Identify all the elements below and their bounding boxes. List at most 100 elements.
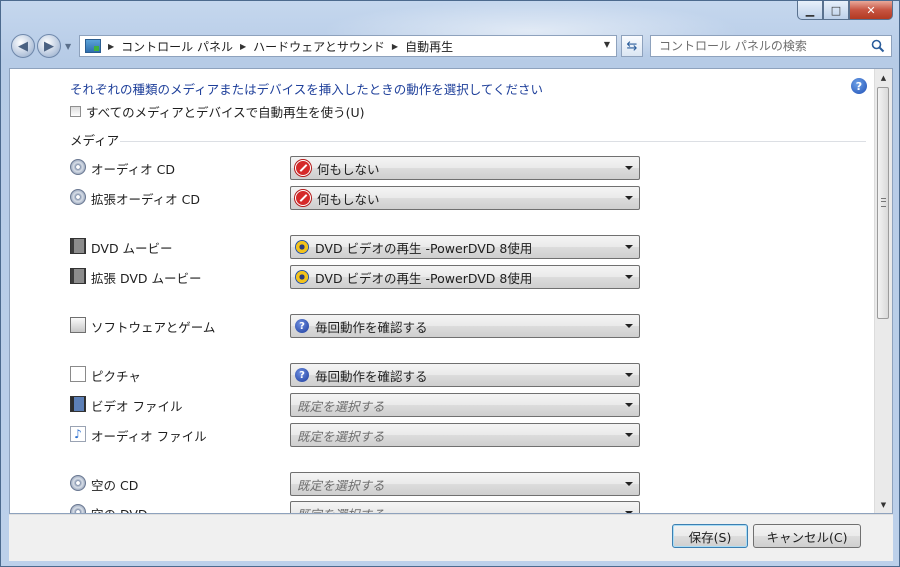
audio-files-icon: ♪: [70, 426, 86, 442]
action-dropdown[interactable]: 何もしない: [290, 156, 640, 180]
dropdown-arrow-icon[interactable]: [625, 403, 633, 407]
maximize-icon: □: [830, 3, 842, 17]
action-dropdown[interactable]: 既定を選択する: [290, 423, 640, 447]
minimize-icon: ▁: [805, 3, 815, 17]
section-divider: [120, 141, 866, 142]
blank-dvd-icon: [70, 504, 86, 513]
do-nothing-icon: [295, 190, 311, 206]
back-button[interactable]: ◀: [11, 34, 35, 58]
checkbox-box[interactable]: [70, 106, 81, 117]
control-panel-icon: [85, 39, 101, 53]
forward-arrow-icon: ▶: [44, 38, 54, 54]
refresh-icon: ⇆: [626, 38, 638, 54]
dropdown-value: 既定を選択する: [297, 398, 385, 414]
media-label: 空の CD: [91, 478, 139, 493]
scrollbar-thumb[interactable]: [877, 87, 889, 319]
use-autoplay-label[interactable]: すべてのメディアとデバイスで自動再生を使う(U): [86, 102, 365, 121]
video-files-icon: [70, 396, 86, 412]
pictures-icon: [70, 366, 86, 382]
audio-cd-icon: [70, 159, 86, 175]
dropdown-value: DVD ビデオの再生 -PowerDVD 8使用: [315, 240, 533, 256]
dropdown-value: 毎回動作を確認する: [315, 368, 428, 384]
action-dropdown[interactable]: DVD ビデオの再生 -PowerDVD 8使用: [290, 235, 640, 259]
back-arrow-icon: ◀: [18, 38, 28, 54]
media-label: ピクチャ: [91, 369, 141, 384]
powerdvd-icon: [295, 270, 309, 284]
media-label: 拡張 DVD ムービー: [91, 271, 202, 286]
vertical-scrollbar[interactable]: ▲ ▼: [874, 69, 892, 513]
dropdown-arrow-icon[interactable]: [625, 373, 633, 377]
grip-icon: [881, 198, 886, 207]
recent-pages-dropdown-icon[interactable]: ▼: [65, 42, 71, 51]
media-row: ピクチャ? 毎回動作を確認する: [70, 363, 640, 387]
dropdown-arrow-icon[interactable]: [625, 482, 633, 486]
search-input[interactable]: [657, 38, 871, 54]
media-label: 空の DVD: [91, 504, 148, 513]
media-row: ソフトウェアとゲーム ? 毎回動作を確認する: [70, 314, 640, 338]
enhanced-dvd-movie-icon: [70, 268, 86, 284]
navigation-bar: ◀ ▶ ▼ ▶ コントロール パネル ▶ ハードウェアとサウンド ▶ 自動再生 …: [9, 32, 893, 60]
media-label: DVD ムービー: [91, 241, 173, 256]
footer-bar: 保存(S) キャンセル(C): [9, 514, 893, 561]
dropdown-arrow-icon[interactable]: [625, 166, 633, 170]
page-heading: それぞれの種類のメディアまたはデバイスを挿入したときの動作を選択してください: [70, 82, 544, 97]
maximize-button[interactable]: □: [823, 1, 849, 20]
blank-cd-icon: [70, 475, 86, 491]
minimize-button[interactable]: ▁: [797, 1, 823, 20]
media-row: ビデオ ファイル 既定を選択する: [70, 393, 640, 417]
address-bar[interactable]: ▶ コントロール パネル ▶ ハードウェアとサウンド ▶ 自動再生 ▼: [79, 35, 617, 57]
breadcrumb-hardware-sound[interactable]: ハードウェアとサウンド: [253, 38, 385, 55]
media-label: オーディオ CD: [91, 162, 175, 177]
autoplay-window: ▁ □ ✕ ◀ ▶ ▼ ▶ コントロール パネル ▶ ハードウェアとサウンド ▶…: [0, 0, 900, 567]
media-label: 拡張オーディオ CD: [91, 192, 200, 207]
cancel-button[interactable]: キャンセル(C): [753, 524, 861, 548]
action-dropdown[interactable]: 既定を選択する: [290, 472, 640, 496]
powerdvd-icon: [295, 240, 309, 254]
help-icon[interactable]: ?: [851, 78, 867, 94]
use-autoplay-checkbox[interactable]: すべてのメディアとデバイスで自動再生を使う(U): [70, 102, 365, 121]
section-title-media: メディア: [70, 133, 120, 148]
dropdown-arrow-icon[interactable]: [625, 196, 633, 200]
action-dropdown[interactable]: 既定を選択する: [290, 393, 640, 417]
search-box[interactable]: [650, 35, 892, 57]
breadcrumb-separator-icon[interactable]: ▶: [240, 42, 246, 51]
dropdown-arrow-icon[interactable]: [625, 275, 633, 279]
dropdown-arrow-icon[interactable]: [625, 245, 633, 249]
dropdown-arrow-icon[interactable]: [625, 324, 633, 328]
action-dropdown[interactable]: 何もしない: [290, 186, 640, 210]
dropdown-value: 既定を選択する: [297, 506, 385, 514]
close-icon: ✕: [866, 3, 876, 17]
address-dropdown-icon[interactable]: ▼: [604, 40, 610, 49]
media-label: ソフトウェアとゲーム: [91, 320, 216, 335]
action-dropdown[interactable]: 既定を選択する: [290, 501, 640, 514]
breadcrumb-autoplay[interactable]: 自動再生: [405, 38, 453, 55]
save-button[interactable]: 保存(S): [672, 524, 748, 548]
scroll-down-icon[interactable]: ▼: [875, 496, 892, 513]
dropdown-value: 既定を選択する: [297, 477, 385, 493]
dropdown-arrow-icon[interactable]: [625, 433, 633, 437]
refresh-button[interactable]: ⇆: [621, 35, 643, 57]
media-row: DVD ムービー DVD ビデオの再生 -PowerDVD 8使用: [70, 235, 640, 259]
action-dropdown[interactable]: DVD ビデオの再生 -PowerDVD 8使用: [290, 265, 640, 289]
dropdown-value: 何もしない: [317, 191, 380, 207]
media-row: 拡張 DVD ムービー DVD ビデオの再生 -PowerDVD 8使用: [70, 265, 640, 289]
action-dropdown[interactable]: ? 毎回動作を確認する: [290, 363, 640, 387]
dropdown-value: 何もしない: [317, 161, 380, 177]
content-pane: それぞれの種類のメディアまたはデバイスを挿入したときの動作を選択してください ?…: [9, 68, 893, 514]
forward-button[interactable]: ▶: [37, 34, 61, 58]
ask-every-time-icon: ?: [295, 368, 309, 382]
close-button[interactable]: ✕: [849, 1, 893, 20]
media-label: オーディオ ファイル: [91, 429, 207, 444]
scroll-up-icon[interactable]: ▲: [875, 69, 892, 86]
media-row: ♪ オーディオ ファイル 既定を選択する: [70, 423, 640, 447]
breadcrumb-control-panel[interactable]: コントロール パネル: [121, 38, 233, 55]
software-games-icon: [70, 317, 86, 333]
dropdown-value: 既定を選択する: [297, 428, 385, 444]
breadcrumb-separator-icon[interactable]: ▶: [392, 42, 398, 51]
media-label: ビデオ ファイル: [91, 399, 183, 414]
breadcrumb-separator-icon[interactable]: ▶: [108, 42, 114, 51]
do-nothing-icon: [295, 160, 311, 176]
media-row: 空の CD 既定を選択する: [70, 472, 640, 496]
action-dropdown[interactable]: ? 毎回動作を確認する: [290, 314, 640, 338]
search-icon[interactable]: [871, 39, 885, 53]
